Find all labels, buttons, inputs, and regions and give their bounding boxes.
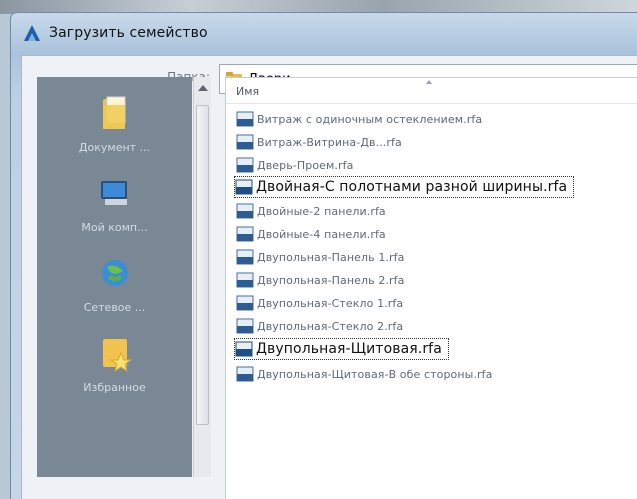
place-label: Избранное	[83, 381, 146, 394]
column-name-label: Имя	[236, 85, 260, 98]
title-bar[interactable]: Загрузить семейство	[11, 13, 637, 53]
place-my-computer[interactable]: Мой комп...	[37, 169, 192, 249]
place-label: Документ ...	[78, 141, 151, 154]
rfa-file-icon	[236, 272, 254, 288]
places-scrollbar[interactable]	[193, 77, 211, 477]
list-item[interactable]: Двупольная-Стекло 1.rfa	[236, 292, 403, 314]
rfa-file-icon	[236, 366, 254, 382]
file-name: Двойные-2 панели.rfa	[257, 204, 386, 218]
places-bar: Документ ... Мой комп... Сетевое ... Изб…	[37, 77, 192, 477]
load-family-dialog: Загрузить семейство Папка: Двери Докумен…	[10, 12, 637, 499]
file-name: Двупольная-Стекло 1.rfa	[257, 296, 404, 310]
list-item[interactable]: Дверь-Проем.rfa	[236, 154, 353, 176]
place-documents[interactable]: Документ ...	[37, 89, 192, 169]
list-item[interactable]: Двойные-4 панели.rfa	[236, 223, 386, 245]
file-name: Двупольная-Щитовая-В обе стороны.rfa	[257, 367, 493, 381]
rfa-file-icon	[236, 203, 254, 219]
file-name: Двупольная-Панель 2.rfa	[257, 273, 405, 287]
documents-folder-icon	[102, 96, 125, 129]
place-label: Сетевое ...	[83, 301, 146, 314]
rfa-file-icon	[236, 318, 254, 334]
file-name: Двупольная-Щитовая.rfa	[256, 341, 442, 357]
revit-app-icon	[24, 25, 40, 41]
rfa-file-icon	[236, 226, 254, 242]
file-name: Дверь-Проем.rfa	[257, 158, 354, 172]
list-item[interactable]: Витраж-Витрина-Дв...rfa	[236, 131, 402, 153]
rfa-file-icon	[236, 157, 254, 173]
network-icon	[101, 260, 128, 286]
rfa-file-icon	[236, 295, 254, 311]
window-title: Загрузить семейство	[49, 25, 208, 41]
rfa-file-icon	[236, 111, 254, 127]
rfa-file-icon	[236, 134, 254, 150]
sort-indicator-icon	[426, 80, 432, 84]
file-name: Двупольная-Стекло 2.rfa	[257, 319, 404, 333]
file-name: Витраж с одиночным остеклением.rfa	[257, 112, 483, 126]
list-item[interactable]: Двупольная-Стекло 2.rfa	[236, 315, 403, 337]
place-favorites[interactable]: Избранное	[37, 329, 192, 409]
list-item[interactable]: Двупольная-Щитовая-В обе стороны.rfa	[236, 363, 493, 385]
list-item-focused[interactable]: Двупольная-Щитовая.rfa	[234, 338, 449, 360]
file-name: Витраж-Витрина-Дв...rfa	[257, 135, 402, 149]
rfa-file-icon	[235, 179, 253, 195]
list-item[interactable]: Двупольная-Панель 2.rfa	[236, 269, 404, 291]
list-item-focused[interactable]: Двойная-С полотнами разной ширины.rfa	[234, 176, 575, 198]
rfa-file-icon	[235, 341, 253, 357]
scroll-up-icon[interactable]	[198, 85, 208, 91]
column-header-name[interactable]: Имя	[226, 78, 637, 104]
place-label: Мой комп...	[81, 221, 148, 234]
file-name: Двупольная-Панель 1.rfa	[257, 250, 405, 264]
list-item[interactable]: Двупольная-Панель 1.rfa	[236, 246, 404, 268]
file-name: Двойные-4 панели.rfa	[257, 227, 386, 241]
place-network[interactable]: Сетевое ...	[37, 249, 192, 329]
rfa-file-icon	[236, 249, 254, 265]
file-list: Имя Витраж с одиночным остеклением.rfa В…	[225, 77, 637, 499]
file-name: Двойная-С полотнами разной ширины.rfa	[256, 179, 568, 195]
list-item[interactable]: Витраж с одиночным остеклением.rfa	[236, 108, 482, 130]
my-computer-icon	[100, 181, 127, 205]
list-item[interactable]: Двойные-2 панели.rfa	[236, 200, 386, 222]
favorites-folder-icon	[102, 339, 133, 373]
scroll-thumb[interactable]	[196, 105, 209, 425]
